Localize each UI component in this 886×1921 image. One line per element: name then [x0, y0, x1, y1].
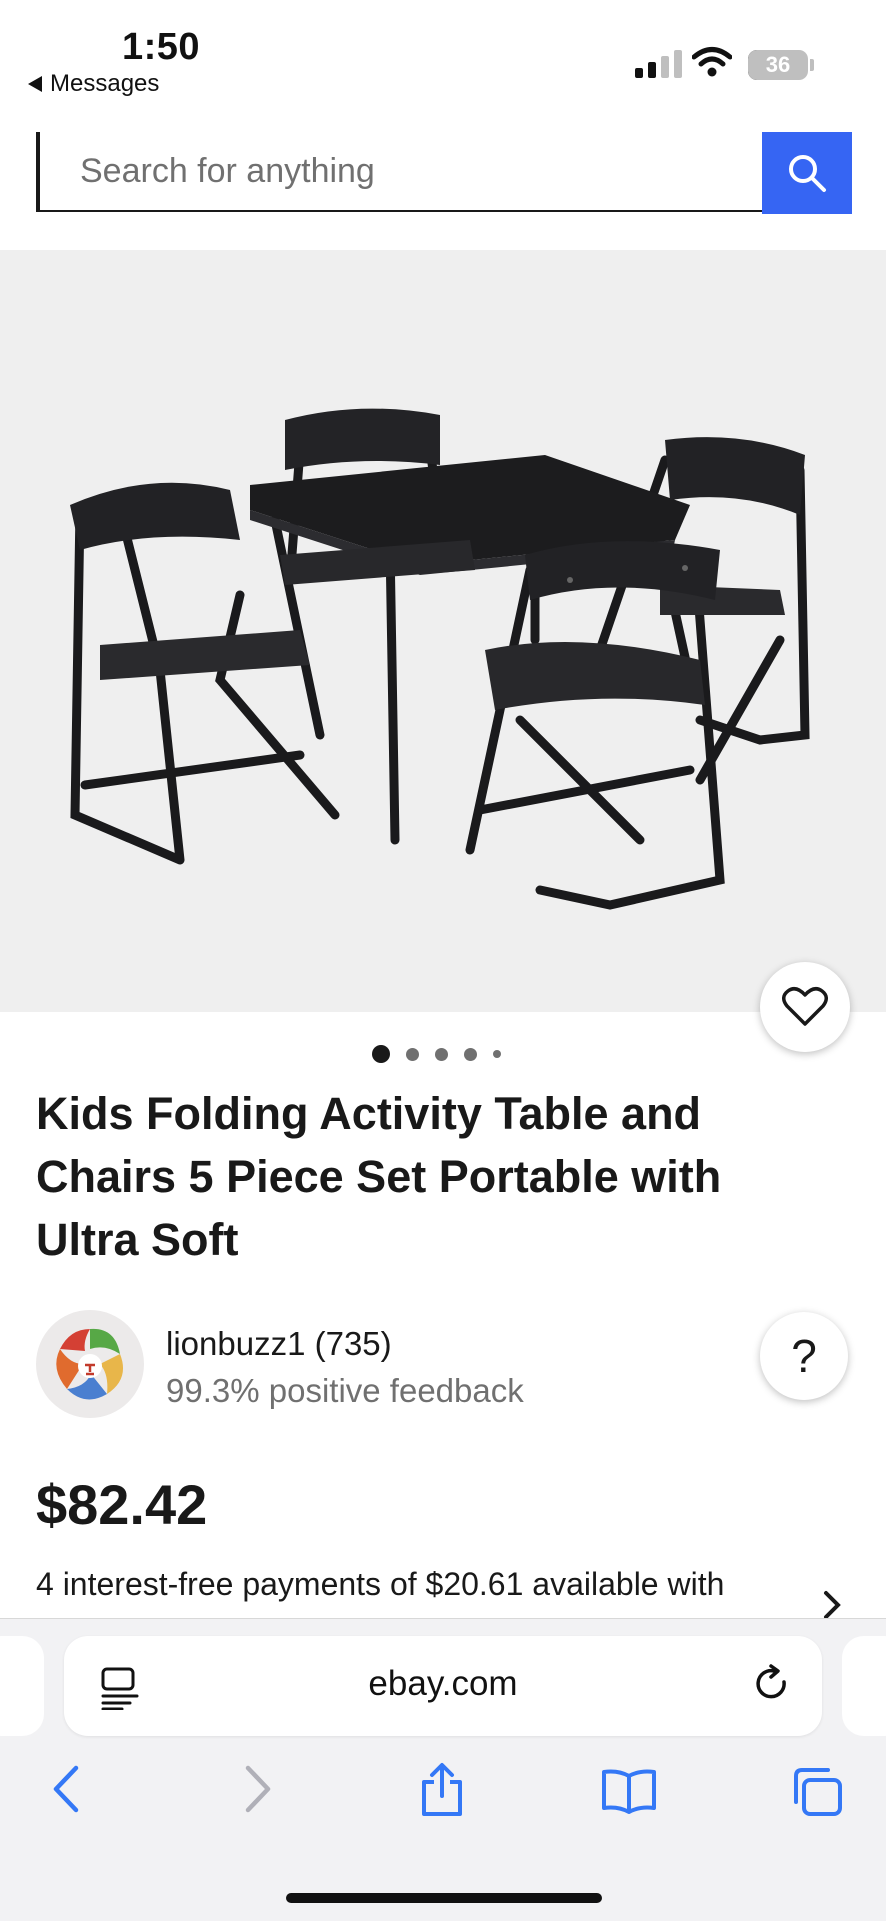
- home-indicator[interactable]: [286, 1893, 602, 1903]
- next-tab-peek[interactable]: [842, 1636, 886, 1736]
- item-price: $82.42: [36, 1473, 208, 1536]
- back-arrow-icon[interactable]: [48, 1764, 84, 1819]
- back-label: Messages: [50, 70, 160, 97]
- heart-icon: [782, 987, 828, 1026]
- image-pagination[interactable]: [372, 1045, 501, 1063]
- page-dot: [493, 1050, 501, 1058]
- page-dot: [406, 1047, 419, 1061]
- search-icon: [789, 155, 826, 192]
- watch-button[interactable]: [760, 962, 850, 1052]
- seller-avatar[interactable]: [36, 1310, 144, 1418]
- question-icon: ?: [791, 1330, 817, 1382]
- battery-icon: 36: [748, 50, 808, 80]
- battery-level: 36: [765, 52, 791, 77]
- wifi-icon: [691, 46, 733, 83]
- product-image[interactable]: [0, 250, 886, 1012]
- seller-name[interactable]: lionbuzz1 (735): [166, 1325, 392, 1363]
- help-button[interactable]: ?: [760, 1312, 848, 1400]
- share-icon[interactable]: [418, 1762, 466, 1823]
- battery-nub: [810, 59, 814, 71]
- page-dot-active: [372, 1045, 390, 1063]
- reload-icon[interactable]: [752, 1664, 792, 1709]
- product-title: Kids Folding Activity Table and Chairs 5…: [36, 1088, 722, 1265]
- table-chairs-image: [70, 408, 810, 910]
- search-input[interactable]: [78, 150, 742, 192]
- seller-feedback: 99.3% positive feedback: [166, 1372, 524, 1409]
- page-dot: [464, 1047, 477, 1061]
- cellular-signal-icon: [635, 50, 682, 78]
- back-triangle-icon: [28, 76, 42, 92]
- url-text[interactable]: ebay.com: [64, 1664, 822, 1704]
- back-to-messages[interactable]: Messages: [28, 70, 159, 98]
- previous-tab-peek[interactable]: [0, 1636, 44, 1736]
- bookmarks-icon[interactable]: [600, 1768, 658, 1819]
- status-time: 1:50: [122, 26, 201, 68]
- search-button[interactable]: [762, 132, 852, 214]
- tabs-icon[interactable]: [790, 1766, 844, 1823]
- payment-plan-text[interactable]: 4 interest-free payments of $20.61 avail…: [36, 1566, 724, 1603]
- page-dot: [435, 1047, 448, 1061]
- search-box: [36, 132, 762, 212]
- forward-arrow-icon[interactable]: [240, 1764, 276, 1819]
- lion-logo-icon: [56, 1328, 124, 1400]
